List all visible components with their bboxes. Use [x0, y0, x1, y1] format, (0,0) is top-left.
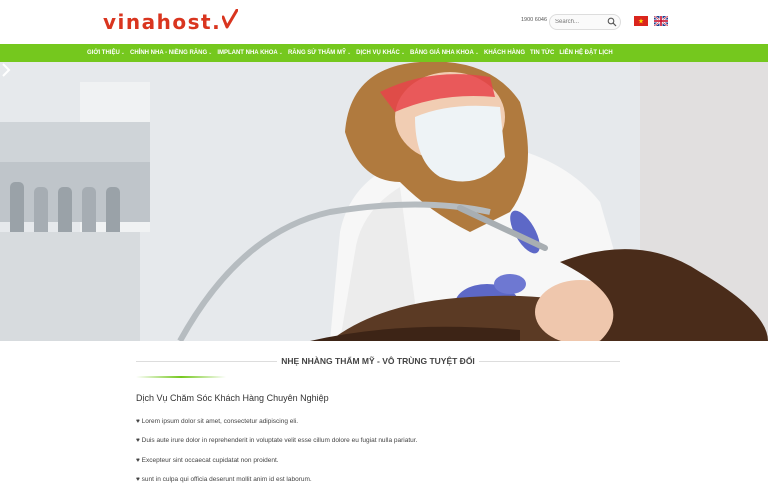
chevron-down-icon: ⌄ [400, 50, 406, 56]
nav-item[interactable]: KHÁCH HÀNG [484, 50, 525, 56]
list-item: ♥ Lorem ipsum dolor sit amet, consectetu… [136, 418, 299, 425]
main-nav: GIỚI THIỆU ⌄ CHỈNH NHA - NIỀNG RĂNG ⌄ IMPLAN… [0, 44, 768, 62]
nav-item[interactable]: DỊCH VỤ KHÁC ⌄ [356, 50, 405, 56]
nav-item-label: LIÊN HỆ ĐẶT LỊCH [559, 50, 613, 56]
nav-items: GIỚI THIỆU ⌄ CHỈNH NHA - NIỀNG RĂNG ⌄ IMPLAN… [87, 44, 618, 62]
search-box[interactable] [549, 14, 621, 30]
chevron-down-icon: ⌄ [474, 50, 480, 56]
nav-item-label: CHỈNH NHA - NIỀNG RĂNG [130, 50, 208, 56]
search-icon[interactable] [607, 17, 617, 27]
slider-next-arrow-icon[interactable] [0, 62, 12, 78]
nav-item[interactable]: BẢNG GIÁ NHA KHOA ⌄ [410, 50, 479, 56]
nav-item-label: BẢNG GIÁ NHA KHOA [410, 50, 474, 56]
list-item: ♥ Excepteur sint occaecat cupidatat non … [136, 457, 279, 464]
logo-text: vinahost. [103, 10, 222, 34]
nav-item[interactable]: IMPLANT NHA KHOA ⌄ [217, 50, 283, 56]
chevron-down-icon: ⌄ [278, 50, 283, 56]
nav-item-label: TIN TỨC [530, 50, 555, 56]
chevron-down-icon: ⌄ [120, 50, 125, 56]
tagline-divider: NHẸ NHÀNG THẨM MỸ - VÔ TRÙNG TUYỆT ĐỐI [136, 352, 620, 372]
nav-item[interactable]: CHỈNH NHA - NIỀNG RĂNG ⌄ [130, 50, 212, 56]
nav-item-label: DỊCH VỤ KHÁC [356, 50, 400, 56]
hero-image [0, 62, 768, 341]
tagline-text: NHẸ NHÀNG THẨM MỸ - VÔ TRÙNG TUYỆT ĐỐI [277, 356, 479, 366]
site-header: vinahost. 1900 6046 [0, 0, 768, 44]
chevron-down-icon: ⌄ [208, 50, 213, 56]
logo[interactable]: vinahost. [103, 9, 239, 35]
list-item: ♥ sunt in culpa qui officia deserunt mol… [136, 476, 312, 483]
chevron-down-icon: ⌄ [346, 50, 352, 56]
tagline: NHẸ NHÀNG THẨM MỸ - VÔ TRÙNG TUYỆT ĐỐI [136, 356, 620, 366]
search-input[interactable] [555, 16, 605, 28]
nav-item[interactable]: LIÊN HỆ ĐẶT LỊCH [559, 50, 612, 56]
nav-item[interactable]: RĂNG SỨ THẨM MỸ ⌄ [288, 50, 351, 56]
nav-item[interactable]: GIỚI THIỆU ⌄ [87, 50, 125, 56]
hero-slider[interactable] [0, 62, 768, 341]
section-title: Dịch Vụ Chăm Sóc Khách Hàng Chuyên Nghiệ… [136, 393, 329, 403]
nav-item-label: KHÁCH HÀNG [484, 50, 526, 56]
check-mark-icon [222, 9, 239, 29]
vietnam-flag-icon[interactable] [634, 16, 648, 26]
nav-item-label: RĂNG SỨ THẨM MỸ [287, 50, 346, 56]
nav-item-label: IMPLANT NHA KHOA [217, 50, 278, 56]
uk-flag-icon[interactable] [654, 16, 668, 26]
list-item: ♥ Duis aute irure dolor in reprehenderit… [136, 437, 418, 444]
nav-item-label: GIỚI THIỆU [87, 50, 120, 56]
accent-line [136, 376, 226, 378]
hotline[interactable]: 1900 6046 [521, 17, 547, 23]
nav-item[interactable]: TIN TỨC [530, 50, 554, 56]
